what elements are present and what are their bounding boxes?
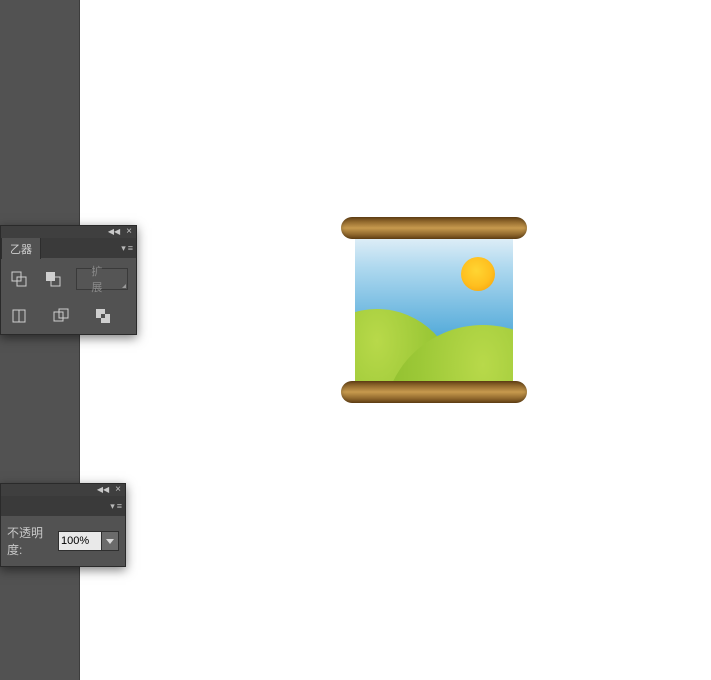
panel-menu-icon[interactable]: ▾≡ bbox=[121, 243, 132, 254]
close-icon[interactable]: × bbox=[126, 227, 132, 237]
shape-mode-icon[interactable] bbox=[43, 269, 63, 289]
scroll-rod-top bbox=[341, 217, 527, 239]
collapse-icon[interactable]: ◀◀ bbox=[97, 486, 109, 494]
opacity-label: 不透明度: bbox=[7, 524, 54, 558]
scroll-rod-bottom bbox=[341, 381, 527, 403]
panel-tab[interactable]: 乙器 bbox=[1, 238, 41, 259]
panel-tab-label: 乙器 bbox=[10, 244, 32, 256]
canvas[interactable] bbox=[81, 0, 711, 680]
panel-collapse-bar[interactable]: ◀◀ × bbox=[1, 484, 125, 496]
panel-collapse-bar[interactable]: ◀◀ × bbox=[1, 226, 136, 238]
expand-button-label: 扩展 bbox=[91, 263, 113, 295]
scroll-sky bbox=[355, 233, 513, 385]
chevron-down-icon[interactable] bbox=[101, 532, 118, 550]
expand-button[interactable]: 扩展 bbox=[76, 268, 128, 290]
collapse-icon[interactable]: ◀◀ bbox=[108, 228, 120, 236]
sun-shape bbox=[461, 257, 495, 291]
close-icon[interactable]: × bbox=[115, 485, 121, 495]
scroll-artwork[interactable] bbox=[341, 217, 527, 403]
shape-mode-icon[interactable] bbox=[9, 269, 29, 289]
button-corner-icon bbox=[122, 284, 126, 288]
pathfinder-icon[interactable] bbox=[51, 306, 71, 326]
opacity-input[interactable] bbox=[59, 535, 101, 547]
panel-menu-icon[interactable]: ▾≡ bbox=[110, 501, 121, 512]
opacity-field[interactable] bbox=[58, 531, 119, 551]
app-side-gutter bbox=[0, 0, 80, 680]
transparency-panel[interactable]: ◀◀ × ▾≡ 不透明度: bbox=[0, 483, 126, 567]
pathfinder-icon[interactable] bbox=[93, 306, 113, 326]
pathfinder-icon[interactable] bbox=[9, 306, 29, 326]
pathfinder-panel[interactable]: ◀◀ × 乙器 ▾≡ 扩展 bbox=[0, 225, 137, 335]
